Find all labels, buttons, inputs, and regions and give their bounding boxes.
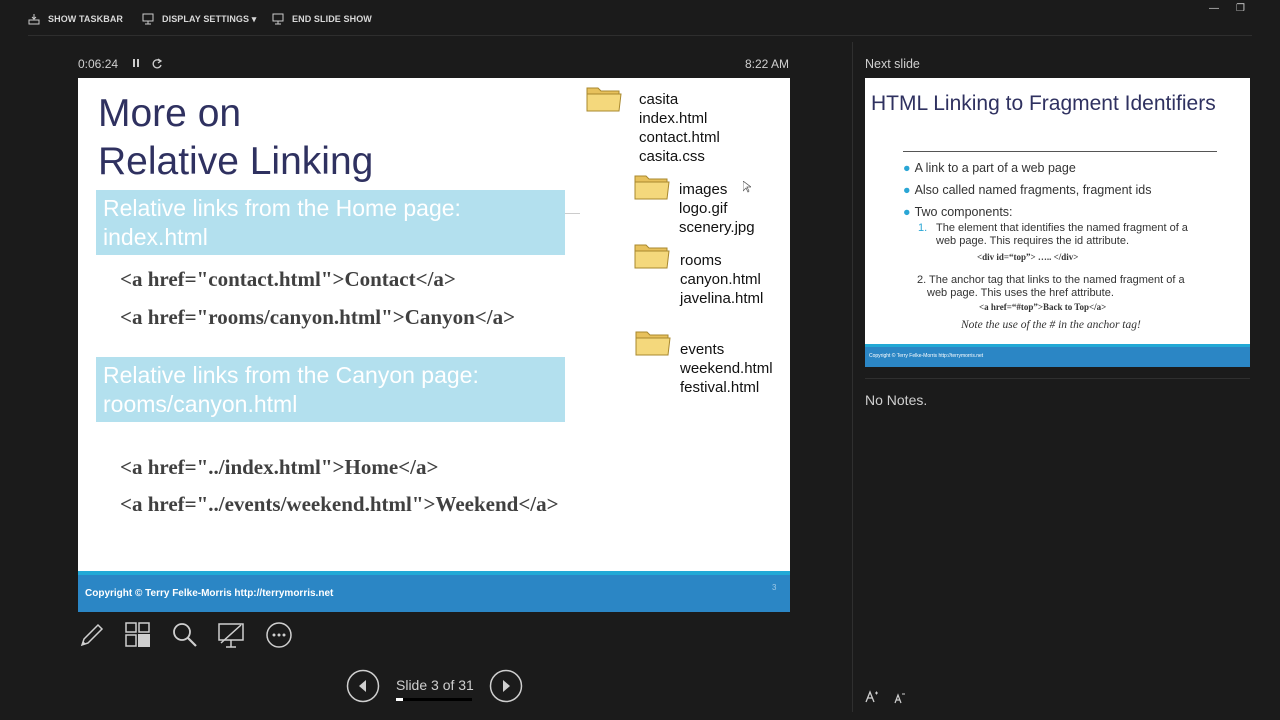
- restore-button[interactable]: ❐: [1236, 3, 1245, 14]
- pause-icon: [133, 59, 139, 67]
- end-slide-show-button[interactable]: END SLIDE SHOW: [272, 11, 372, 27]
- footer-text: Copyright © Terry Felke-Morris http://te…: [85, 588, 334, 599]
- current-slide[interactable]: More on Relative Linking Relative links …: [78, 78, 790, 612]
- tree-item: rooms: [680, 252, 722, 269]
- sub2-code: <a href=“#top”>Back to Top</a>: [979, 302, 1107, 312]
- next-footer-text: Copyright © Terry Felke-Morris http://te…: [869, 353, 984, 359]
- folder-icon: [634, 175, 670, 200]
- display-settings-button[interactable]: DISPLAY SETTINGS ▾: [142, 11, 256, 27]
- next-slide-footer: Copyright © Terry Felke-Morris http://te…: [865, 347, 1250, 367]
- pause-timer-button[interactable]: [130, 57, 142, 71]
- sub-item-1: The element that identifies the named fr…: [936, 222, 1188, 247]
- toolbar-divider: [28, 35, 1252, 36]
- notes-divider: [865, 378, 1250, 379]
- tree-rooms: rooms canyon.html javelina.html: [680, 251, 763, 308]
- mouse-cursor-icon: [743, 181, 751, 193]
- slide-title-line1: More on: [98, 92, 242, 135]
- slide-counter[interactable]: Slide 3 of 31: [396, 677, 474, 693]
- tree-item: index.html: [639, 110, 708, 127]
- code-canyon-link: <a href="rooms/canyon.html">Canyon</a>: [120, 305, 516, 329]
- black-screen-icon[interactable]: [217, 621, 245, 649]
- panel-divider: [852, 42, 853, 712]
- slide-title: More on Relative Linking: [98, 90, 373, 186]
- next-slide-note: Note the use of the # in the anchor tag!: [961, 319, 1141, 331]
- end-slide-show-label: END SLIDE SHOW: [292, 14, 372, 24]
- folder-icon: [586, 87, 622, 112]
- tree-item: contact.html: [639, 129, 720, 146]
- tree-events: events weekend.html festival.html: [680, 340, 773, 397]
- canyon-page-band: Relative links from the Canyon page: roo…: [96, 357, 565, 422]
- show-taskbar-button[interactable]: SHOW TASKBAR: [28, 11, 123, 27]
- band2-line1: Relative links from the Canyon page:: [103, 362, 479, 388]
- display-settings-label: DISPLAY SETTINGS ▾: [162, 13, 257, 24]
- end-show-icon: [272, 13, 284, 25]
- tree-item: weekend.html: [680, 360, 773, 377]
- tree-item: festival.html: [680, 379, 760, 396]
- restart-timer-button[interactable]: [151, 57, 163, 71]
- code-home-link: <a href="../index.html">Home</a>: [120, 455, 439, 479]
- slides-grid-icon[interactable]: [124, 621, 152, 649]
- next-bullet: ● A link to a part of a web page: [903, 161, 1076, 175]
- next-icon[interactable]: [489, 669, 523, 703]
- page-number: 3: [772, 583, 777, 592]
- tree-item: casita: [639, 91, 679, 108]
- next-slide-title: HTML Linking to Fragment Identifiers: [871, 92, 1216, 115]
- title-rule: [903, 151, 1217, 152]
- band2-line2: rooms/canyon.html: [103, 391, 298, 417]
- slide-footer: Copyright © Terry Felke-Morris http://te…: [78, 575, 790, 612]
- tree-root: casita index.html contact.html casita.cs…: [639, 90, 720, 166]
- more-options-icon[interactable]: [265, 621, 293, 649]
- clock: 8:22 AM: [745, 57, 790, 71]
- zoom-icon[interactable]: [171, 621, 199, 649]
- tree-item: events: [680, 341, 725, 358]
- band1-line1: Relative links from the Home page:: [103, 195, 461, 221]
- tree-item: scenery.jpg: [679, 219, 755, 236]
- code-contact-link: <a href="contact.html">Contact</a>: [120, 267, 456, 291]
- tree-item: canyon.html: [680, 271, 761, 288]
- minimize-button[interactable]: —: [1209, 3, 1219, 14]
- code-weekend-link: <a href="../events/weekend.html">Weekend…: [120, 492, 559, 516]
- home-page-band: Relative links from the Home page: index…: [96, 190, 565, 255]
- tree-item: logo.gif: [679, 200, 728, 217]
- next-slide-preview[interactable]: HTML Linking to Fragment Identifiers ● A …: [865, 78, 1250, 367]
- pen-icon[interactable]: [78, 621, 106, 649]
- band1-line2: index.html: [103, 224, 208, 250]
- taskbar-icon: [28, 14, 40, 25]
- restart-icon: [152, 58, 163, 69]
- speaker-notes: No Notes.: [865, 392, 928, 408]
- slide-title-line2: Relative Linking: [98, 140, 374, 183]
- previous-icon[interactable]: [346, 669, 380, 703]
- display-icon: [142, 13, 154, 25]
- connector-line: [565, 213, 580, 214]
- next-bullet: ● Two components:: [903, 205, 1013, 219]
- sub-item-2: 2. The anchor tag that links to the name…: [917, 274, 1185, 299]
- show-taskbar-label: SHOW TASKBAR: [48, 14, 124, 24]
- tree-item: javelina.html: [680, 290, 764, 307]
- progress-fill: [396, 698, 404, 701]
- elapsed-timer: 0:06:24: [78, 57, 119, 71]
- folder-icon: [635, 331, 671, 356]
- folder-icon: [634, 244, 670, 269]
- font-larger-icon[interactable]: [865, 690, 879, 704]
- sub1-code: <div id=“top”> ….. </div>: [977, 252, 1079, 262]
- tree-item: casita.css: [639, 148, 705, 165]
- progress-track: [396, 698, 472, 701]
- next-bullet: ● Also called named fragments, fragment i…: [903, 183, 1152, 197]
- next-slide-label: Next slide: [865, 57, 920, 71]
- font-smaller-icon[interactable]: [894, 692, 906, 704]
- sub-number: 1.: [918, 222, 928, 234]
